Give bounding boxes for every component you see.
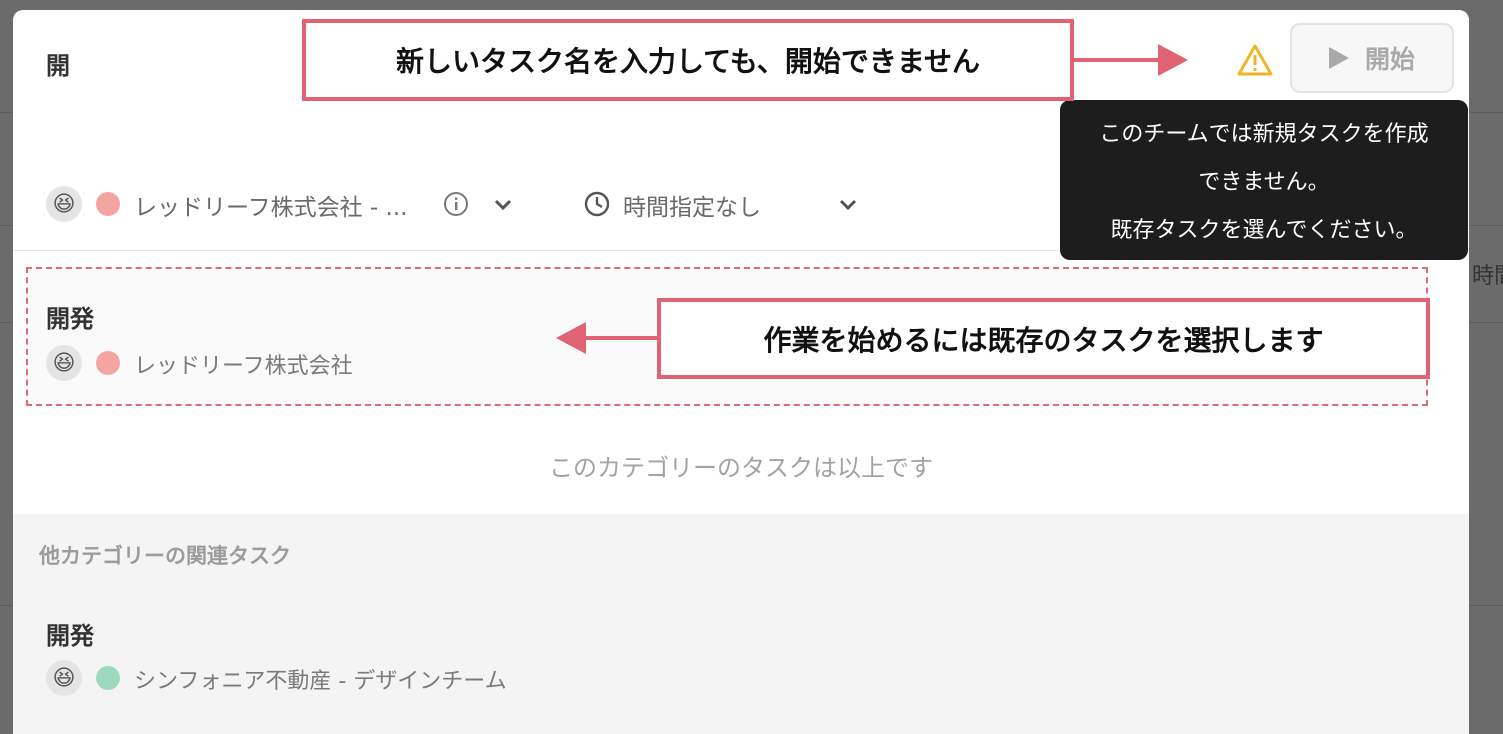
section-title: 他カテゴリーの関連タスク: [39, 544, 291, 568]
client-color-dot: [96, 666, 120, 690]
tooltip-line: このチームでは新規タスクを作成: [1099, 122, 1429, 147]
end-of-list-note: このカテゴリーのタスクは以上です: [549, 454, 933, 482]
task-client: レッドリーフ株式会社: [134, 354, 353, 379]
client-color-dot: [96, 192, 120, 216]
chevron-down-icon[interactable]: [837, 194, 859, 216]
task-meta-row: 😆 レッドリーフ株式会社 - ... 時間指定なし: [46, 184, 1076, 224]
start-button[interactable]: 開始: [1290, 23, 1454, 93]
clock-icon: [584, 191, 610, 217]
annotation-callout-middle: 作業を始めるには既存のタスクを選択します: [657, 298, 1430, 379]
client-color-dot: [96, 351, 120, 375]
annotation-arrow-right: [1074, 44, 1188, 76]
warning-tooltip: このチームでは新規タスクを作成 できません。 既存タスクを選んでください。: [1060, 100, 1468, 260]
client-name[interactable]: レッドリーフ株式会社 - ...: [134, 188, 407, 222]
play-icon: [1328, 47, 1349, 69]
annotation-callout-top: 新しいタスク名を入力しても、開始できません: [302, 19, 1074, 101]
related-tasks-section: 他カテゴリーの関連タスク 開発 😆 シンフォニア不動産 - デザインチーム: [13, 514, 1469, 734]
tooltip-line: 既存タスクを選んでください。: [1110, 218, 1418, 243]
task-list-item[interactable]: 開発 😆 シンフォニア不動産 - デザインチーム: [13, 604, 1469, 714]
avatar: 😆: [46, 660, 82, 696]
time-setting[interactable]: 時間指定なし: [623, 188, 761, 222]
avatar: 😆: [46, 345, 82, 381]
task-name-input[interactable]: 開: [46, 46, 70, 81]
avatar: 😆: [46, 186, 82, 222]
start-button-label: 開始: [1364, 45, 1415, 74]
annotation-arrow-left: [556, 322, 658, 354]
info-icon[interactable]: [443, 191, 469, 217]
tooltip-line: できません。: [1198, 170, 1330, 195]
task-name: 開発: [46, 305, 94, 333]
task-name: 開発: [46, 622, 94, 650]
background-text: 時間: [1472, 264, 1503, 289]
chevron-down-icon[interactable]: [492, 194, 514, 216]
task-client: シンフォニア不動産 - デザインチーム: [134, 669, 507, 694]
warning-icon: [1237, 44, 1273, 76]
